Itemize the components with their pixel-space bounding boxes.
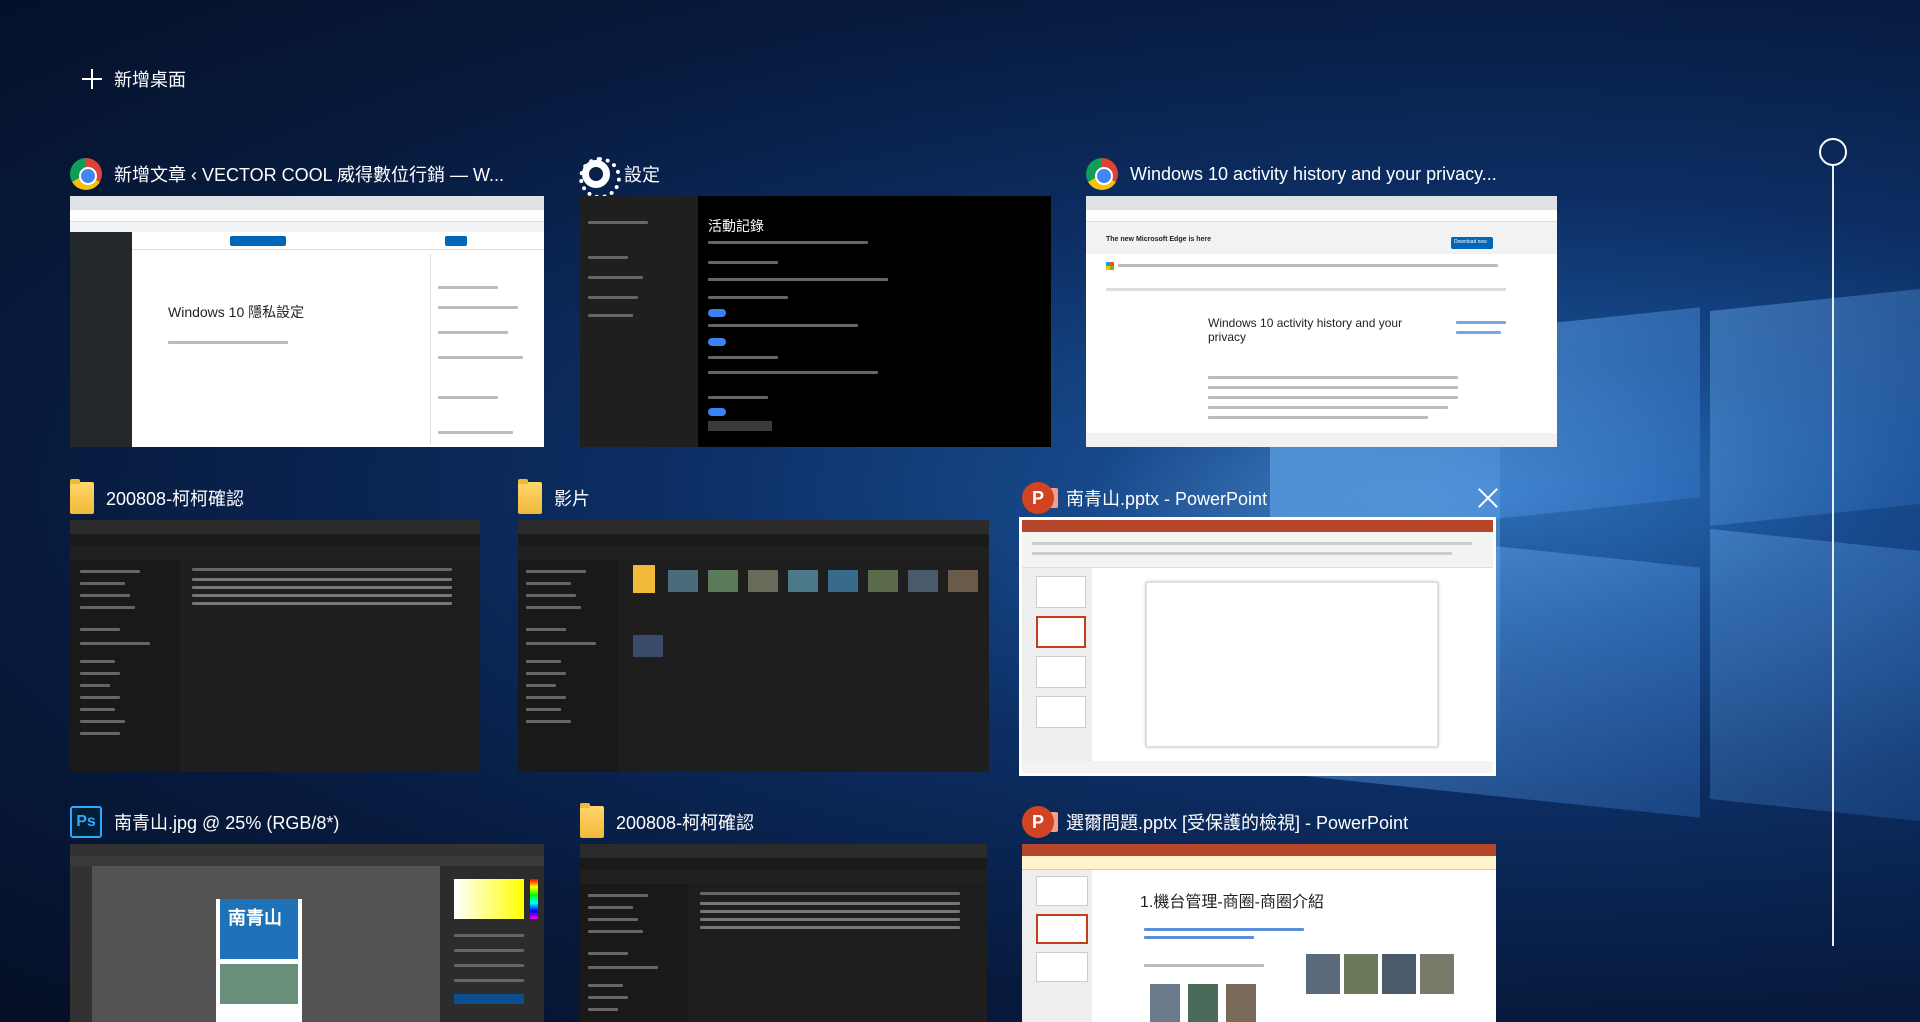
window-title: 南青山.pptx - PowerPoint [1066, 489, 1268, 509]
poster-title: 南青山 [228, 908, 282, 928]
window-title: Windows 10 activity history and your pri… [1130, 163, 1497, 184]
doc-heading: Windows 10 隱私設定 [168, 304, 305, 320]
window-title: 影片 [554, 489, 590, 509]
window-thumbnail[interactable]: The new Microsoft Edge is here Download … [1086, 196, 1557, 447]
photoshop-icon: Ps [70, 806, 102, 838]
window-title: 選爾問題.pptx [受保護的檢視] - PowerPoint [1066, 813, 1409, 833]
plus-icon [82, 69, 102, 89]
window-thumbnail[interactable]: 活動記錄 [580, 196, 1051, 447]
edge-banner: The new Microsoft Edge is here [1106, 236, 1212, 243]
chrome-icon [1086, 158, 1118, 190]
folder-icon [518, 479, 542, 514]
chrome-icon [70, 158, 102, 190]
settings-heading: 活動記錄 [708, 218, 764, 234]
wallpaper-logo-pane [1710, 288, 1920, 527]
window-title: 200808-柯柯確認 [106, 489, 245, 509]
window-thumbnail[interactable] [580, 844, 987, 1022]
doc-heading: Windows 10 activity history and your pri… [1208, 316, 1403, 344]
new-desktop-label: 新增桌面 [114, 70, 186, 90]
window-thumbnail[interactable] [70, 520, 480, 772]
folder-icon [580, 803, 604, 838]
wallpaper-logo-pane [1710, 528, 1920, 822]
timeline-scrollbar[interactable] [1832, 164, 1834, 946]
powerpoint-icon: P [1022, 482, 1058, 514]
new-desktop-button[interactable]: 新增桌面 [82, 66, 186, 92]
powerpoint-icon: P [1022, 806, 1058, 838]
edge-banner-button[interactable]: Download now [1454, 239, 1487, 245]
window-title: 新增文章 ‹ VECTOR COOL 威得數位行銷 — W... [114, 165, 505, 185]
window-title: 200808-柯柯確認 [616, 813, 755, 833]
close-icon[interactable] [1478, 488, 1498, 508]
window-thumbnail[interactable] [1019, 517, 1496, 776]
window-thumbnail[interactable]: 1.機台管理-商圈-商圈介紹 [1022, 844, 1496, 1022]
slide-heading: 1.機台管理-商圈-商圈介紹 [1140, 894, 1325, 911]
timeline-handle[interactable] [1819, 138, 1847, 166]
window-title: 南青山.jpg @ 25% (RGB/8*) [114, 813, 340, 833]
gear-icon [579, 157, 621, 199]
window-thumbnail[interactable] [518, 520, 989, 772]
folder-icon [70, 479, 94, 514]
window-thumbnail[interactable]: Windows 10 隱私設定 [70, 196, 544, 447]
window-title: 設定 [624, 165, 660, 185]
window-thumbnail[interactable]: 南青山 [70, 844, 544, 1022]
